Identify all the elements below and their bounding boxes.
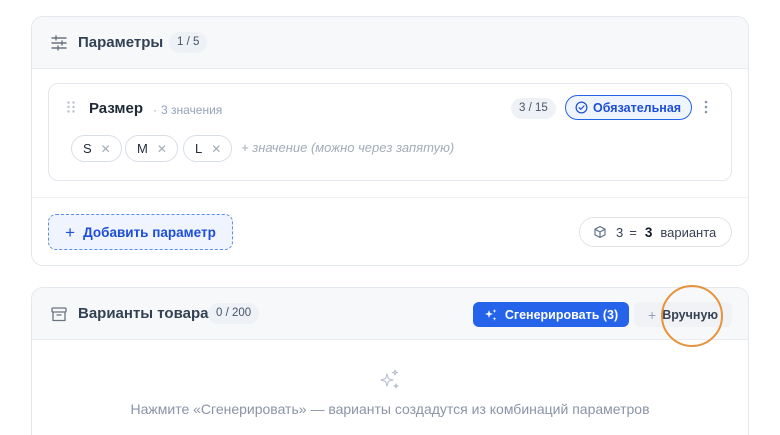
check-circle-icon bbox=[575, 101, 588, 114]
value-chip[interactable]: M ✕ bbox=[125, 135, 178, 162]
archive-icon bbox=[51, 307, 67, 322]
remove-value-icon[interactable]: ✕ bbox=[157, 142, 167, 156]
remove-value-icon[interactable]: ✕ bbox=[101, 142, 111, 156]
variants-title: Варианты товара bbox=[78, 305, 209, 322]
add-parameter-label: Добавить параметр bbox=[83, 224, 216, 240]
empty-state-text: Нажмите «Сгенерировать» — варианты созда… bbox=[130, 401, 650, 417]
params-title: Параметры bbox=[78, 34, 164, 51]
more-options-icon[interactable] bbox=[701, 98, 711, 116]
parameter-row: Размер · 3 значения 3 / 15 Обязательная S… bbox=[48, 83, 732, 181]
combinations-word: варианта bbox=[660, 224, 717, 240]
add-value-input[interactable]: + значение (можно через запятую) bbox=[241, 140, 454, 155]
combinations-count: 3 bbox=[616, 224, 624, 240]
parameter-name[interactable]: Размер bbox=[89, 100, 143, 117]
sparkles-icon bbox=[484, 308, 497, 321]
params-footer: + Добавить параметр 3 = 3 варианта bbox=[32, 197, 748, 265]
params-count-badge: 1 / 5 bbox=[169, 32, 208, 53]
generate-label: Сгенерировать (3) bbox=[504, 307, 619, 322]
parameter-meta: · 3 значения bbox=[153, 103, 223, 117]
manual-add-button[interactable]: + Вручную bbox=[634, 302, 732, 327]
value-chip-label: S bbox=[83, 141, 92, 156]
add-parameter-button[interactable]: + Добавить параметр bbox=[48, 214, 233, 250]
plus-icon: + bbox=[65, 222, 76, 242]
combinations-summary: 3 = 3 варианта bbox=[579, 217, 732, 247]
sliders-icon bbox=[51, 35, 67, 51]
required-label: Обязательная bbox=[593, 100, 682, 115]
variants-header: Варианты товара 0 / 200 Сгенерировать (3… bbox=[32, 288, 748, 340]
plus-icon: + bbox=[648, 306, 657, 323]
cube-icon bbox=[594, 225, 606, 239]
value-chip[interactable]: L ✕ bbox=[183, 135, 233, 162]
value-chip[interactable]: S ✕ bbox=[71, 135, 122, 162]
params-card: Параметры 1 / 5 Размер · 3 значения 3 / 1… bbox=[31, 16, 749, 266]
combinations-equals: = bbox=[629, 224, 637, 240]
combinations-total: 3 bbox=[644, 224, 653, 240]
required-toggle-button[interactable]: Обязательная bbox=[565, 95, 693, 120]
variants-card: Варианты товара 0 / 200 Сгенерировать (3… bbox=[31, 287, 749, 435]
variants-count-badge: 0 / 200 bbox=[208, 303, 260, 324]
drag-handle-icon[interactable] bbox=[66, 100, 76, 114]
params-header: Параметры 1 / 5 bbox=[32, 17, 748, 69]
value-chip-label: M bbox=[137, 141, 148, 156]
sparkles-icon bbox=[380, 369, 399, 389]
value-chip-label: L bbox=[195, 141, 203, 156]
manual-add-label: Вручную bbox=[662, 307, 719, 322]
values-limit-badge: 3 / 15 bbox=[511, 98, 556, 119]
parameter-meta-text: 3 значения bbox=[161, 103, 223, 117]
generate-button[interactable]: Сгенерировать (3) bbox=[473, 302, 629, 327]
remove-value-icon[interactable]: ✕ bbox=[211, 142, 221, 156]
